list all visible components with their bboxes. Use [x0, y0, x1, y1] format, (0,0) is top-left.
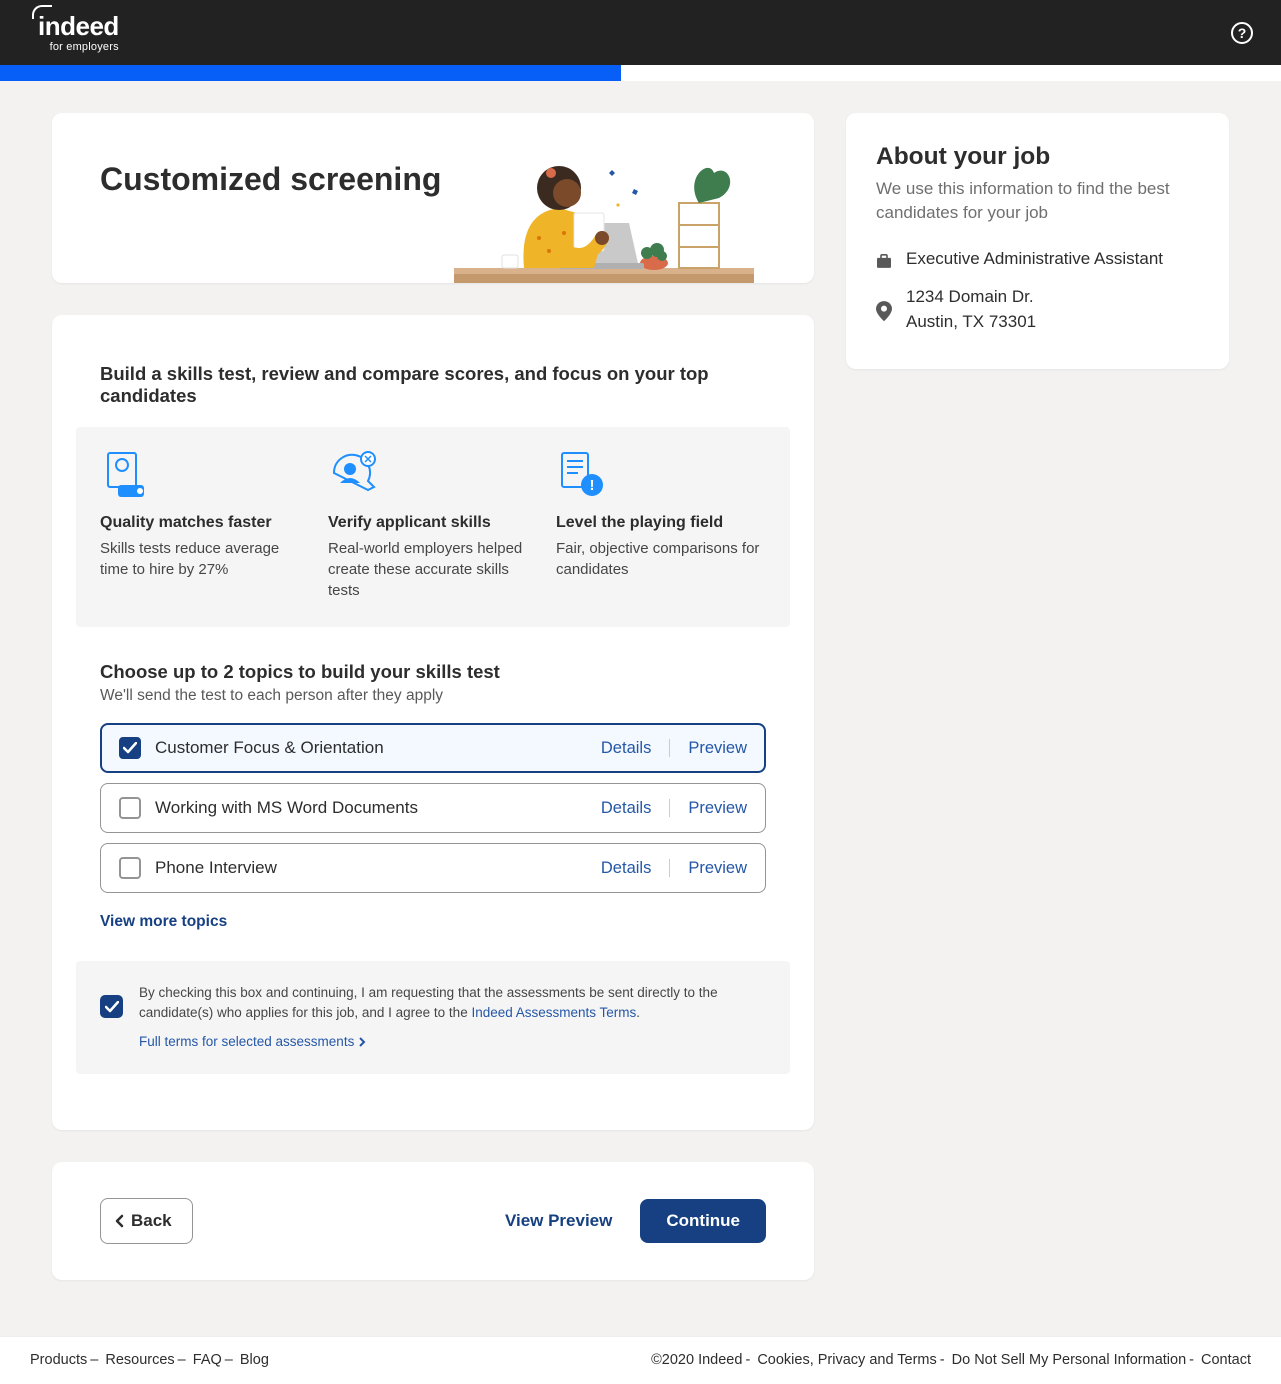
full-terms-label: Full terms for selected assessments	[139, 1032, 354, 1052]
topic-option[interactable]: Working with MS Word Documents Details P…	[100, 783, 766, 833]
progress-bar-fill	[0, 65, 621, 81]
details-link[interactable]: Details	[601, 859, 651, 878]
details-link[interactable]: Details	[601, 739, 651, 758]
back-button[interactable]: Back	[100, 1198, 193, 1244]
chevron-right-icon	[358, 1037, 366, 1047]
benefit-item: Quality matches faster Skills tests redu…	[100, 449, 310, 601]
footer-right: ©2020 Indeed- Cookies, Privacy and Terms…	[651, 1352, 1251, 1368]
progress-bar-track	[0, 65, 1281, 81]
back-label: Back	[131, 1211, 172, 1231]
topic-option[interactable]: Customer Focus & Orientation Details Pre…	[100, 723, 766, 773]
topic-label: Phone Interview	[155, 858, 277, 878]
hero-illustration	[454, 143, 754, 283]
footer-link-products[interactable]: Products	[30, 1352, 87, 1368]
svg-text:!: !	[590, 477, 595, 494]
benefit-title: Quality matches faster	[100, 514, 310, 532]
assessments-terms-link[interactable]: Indeed Assessments Terms	[471, 1005, 636, 1020]
topic-label: Customer Focus & Orientation	[155, 738, 384, 758]
section-lead: Build a skills test, review and compare …	[100, 363, 766, 407]
checkbox-icon[interactable]	[119, 797, 141, 819]
benefit-desc: Real-world employers helped create these…	[328, 538, 538, 601]
topic-label: Working with MS Word Documents	[155, 798, 418, 818]
topic-option[interactable]: Phone Interview Details Preview	[100, 843, 766, 893]
topics-subheading: We'll send the test to each person after…	[100, 687, 766, 705]
help-icon[interactable]: ?	[1231, 22, 1253, 44]
pin-icon	[876, 288, 892, 334]
preview-link[interactable]: Preview	[688, 799, 747, 818]
footer-link-privacy[interactable]: Cookies, Privacy and Terms	[757, 1352, 936, 1368]
topic-list: Customer Focus & Orientation Details Pre…	[100, 723, 766, 893]
logo[interactable]: indeed for employers	[38, 13, 119, 53]
consent-panel: By checking this box and continuing, I a…	[76, 961, 790, 1074]
footer: Products– Resources– FAQ– Blog ©2020 Ind…	[0, 1336, 1281, 1384]
view-preview-button[interactable]: View Preview	[485, 1199, 632, 1243]
divider	[669, 739, 670, 757]
benefit-desc: Skills tests reduce average time to hire…	[100, 538, 310, 580]
checkbox-icon[interactable]	[119, 857, 141, 879]
footer-link-contact[interactable]: Contact	[1201, 1352, 1251, 1368]
continue-button[interactable]: Continue	[640, 1199, 766, 1243]
badge-icon	[100, 449, 150, 499]
logo-subtext: for employers	[38, 41, 119, 53]
footer-link-blog[interactable]: Blog	[240, 1352, 269, 1368]
job-title-value: Executive Administrative Assistant	[906, 247, 1163, 272]
topics-header: Choose up to 2 topics to build your skil…	[100, 661, 766, 705]
benefit-desc: Fair, objective comparisons for candidat…	[556, 538, 766, 580]
checkbox-icon[interactable]	[119, 737, 141, 759]
hero-card: Customized screening	[52, 113, 814, 283]
benefit-title: Verify applicant skills	[328, 514, 538, 532]
briefcase-icon	[876, 250, 892, 272]
nav-card: Back View Preview Continue	[52, 1162, 814, 1280]
divider	[669, 859, 670, 877]
about-job-card: About your job We use this information t…	[846, 113, 1229, 369]
job-location-value: 1234 Domain Dr.Austin, TX 73301	[906, 285, 1036, 334]
logo-text: indeed	[38, 13, 119, 39]
view-more-link[interactable]: View more topics	[100, 913, 227, 931]
consent-checkbox[interactable]	[100, 995, 123, 1018]
compare-icon: !	[556, 449, 606, 499]
main-card: Build a skills test, review and compare …	[52, 315, 814, 1130]
benefits-panel: Quality matches faster Skills tests redu…	[76, 427, 790, 627]
about-job-subtitle: We use this information to find the best…	[876, 177, 1199, 225]
job-title-row: Executive Administrative Assistant	[876, 247, 1199, 272]
divider	[669, 799, 670, 817]
job-location-row: 1234 Domain Dr.Austin, TX 73301	[876, 285, 1199, 334]
consent-text: By checking this box and continuing, I a…	[139, 983, 766, 1052]
app-header: indeed for employers ?	[0, 0, 1281, 65]
full-terms-link[interactable]: Full terms for selected assessments	[139, 1032, 366, 1052]
consent-text-b: .	[636, 1005, 640, 1020]
details-link[interactable]: Details	[601, 799, 651, 818]
verify-icon	[328, 449, 378, 499]
footer-link-dnsmpi[interactable]: Do Not Sell My Personal Information	[952, 1352, 1187, 1368]
footer-copyright: ©2020 Indeed	[651, 1352, 742, 1368]
benefit-item: ! Level the playing field Fair, objectiv…	[556, 449, 766, 601]
about-job-title: About your job	[876, 143, 1199, 171]
chevron-left-icon	[115, 1214, 125, 1228]
topics-heading: Choose up to 2 topics to build your skil…	[100, 661, 766, 683]
preview-link[interactable]: Preview	[688, 739, 747, 758]
benefit-title: Level the playing field	[556, 514, 766, 532]
preview-link[interactable]: Preview	[688, 859, 747, 878]
footer-link-resources[interactable]: Resources	[105, 1352, 174, 1368]
footer-left: Products– Resources– FAQ– Blog	[30, 1352, 269, 1368]
footer-link-faq[interactable]: FAQ	[193, 1352, 222, 1368]
benefit-item: Verify applicant skills Real-world emplo…	[328, 449, 538, 601]
